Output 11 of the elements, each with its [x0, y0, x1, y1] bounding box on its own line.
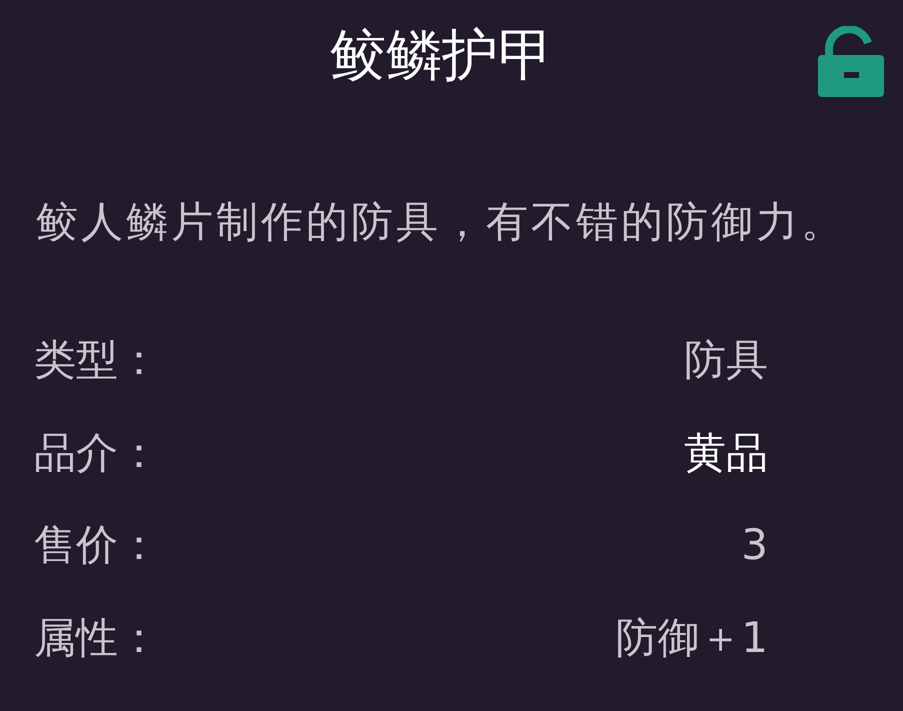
attribute-value: 黄品 — [684, 428, 768, 478]
attribute-value: 3 — [741, 520, 768, 571]
attribute-label: 品介： — [34, 428, 160, 478]
attribute-label: 售价： — [34, 520, 160, 571]
item-title: 鲛鳞护甲 — [330, 22, 554, 90]
attribute-value: 防具 — [684, 335, 768, 386]
attribute-label: 属性： — [34, 612, 160, 663]
item-description: 鲛人鳞片制作的防具，有不错的防御力。 — [36, 197, 846, 248]
padlock-icon[interactable] — [818, 26, 884, 97]
attribute-value: 防御＋1 — [615, 612, 768, 663]
attribute-label: 类型： — [34, 335, 160, 386]
